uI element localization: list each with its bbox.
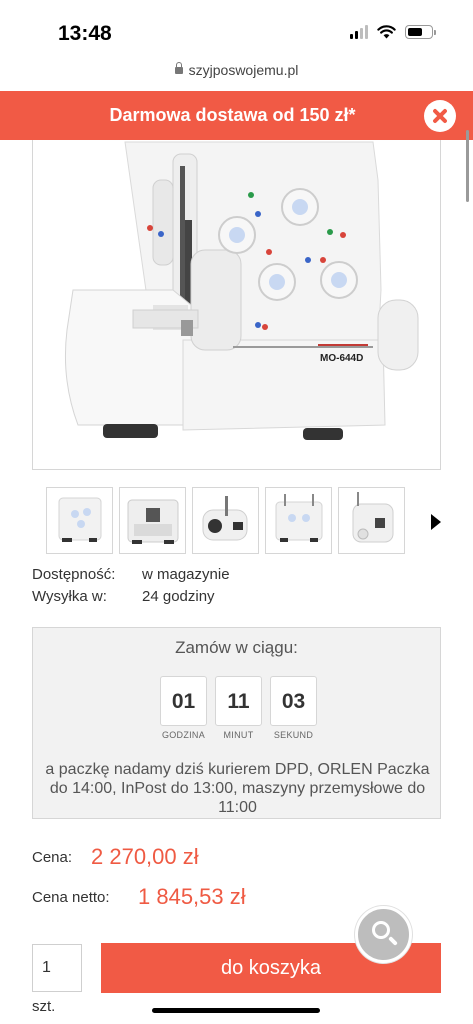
status-bar: 13:48 xyxy=(0,0,473,60)
countdown-seconds-caption: SEKUND xyxy=(273,730,314,740)
countdown-title: Zamów w ciągu: xyxy=(175,638,298,657)
product-thumbnail[interactable] xyxy=(265,487,332,554)
product-thumbnail[interactable] xyxy=(338,487,405,554)
countdown-minutes: 11 MINUT xyxy=(215,676,262,740)
address-bar[interactable]: szyjposwojemu.pl xyxy=(0,61,473,78)
next-arrow-icon[interactable] xyxy=(431,514,441,530)
thumbnail-strip xyxy=(46,487,405,554)
search-button[interactable] xyxy=(355,906,412,963)
search-icon xyxy=(372,921,390,939)
product-thumbnail[interactable] xyxy=(46,487,113,554)
countdown-hours-value: 01 xyxy=(160,676,207,726)
lock-icon xyxy=(174,61,183,74)
countdown-units: 01 GODZINA 11 MINUT 03 SEKUND xyxy=(160,676,317,740)
availability-row: Dostępność: w magazynie xyxy=(32,566,230,583)
close-icon[interactable] xyxy=(424,100,456,132)
promo-banner: Darmowa dostawa od 150 zł* xyxy=(0,91,473,140)
availability-label: Dostępność: xyxy=(32,566,116,583)
battery-icon xyxy=(405,25,436,39)
shipping-value: 24 godziny xyxy=(142,588,215,605)
shipping-note: a paczkę nadamy dziś kurierem DPD, ORLEN… xyxy=(45,761,430,816)
status-icons xyxy=(350,25,436,39)
serger-illustration: MO-644D xyxy=(64,141,419,440)
status-time: 13:48 xyxy=(58,22,112,45)
url-text: szyjposwojemu.pl xyxy=(188,62,299,78)
countdown-hours: 01 GODZINA xyxy=(160,676,207,740)
shipping-label: Wysyłka w: xyxy=(32,588,107,605)
quantity-unit: szt. xyxy=(32,998,56,1015)
order-countdown: Zamów w ciągu: 01 GODZINA 11 MINUT 03 SE… xyxy=(32,627,441,819)
net-price-label: Cena netto: xyxy=(32,889,110,906)
net-price-value: 1 845,53 zł xyxy=(138,884,246,909)
home-indicator[interactable] xyxy=(152,1008,320,1013)
promo-text: Darmowa dostawa od 150 zł* xyxy=(109,105,356,125)
wifi-icon xyxy=(377,25,396,39)
countdown-minutes-caption: MINUT xyxy=(223,730,254,740)
shipping-row: Wysyłka w: 24 godziny xyxy=(32,588,215,605)
model-label: MO-644D xyxy=(320,353,363,364)
cellular-signal-icon xyxy=(350,25,368,39)
scrollbar[interactable] xyxy=(466,130,469,202)
countdown-hours-caption: GODZINA xyxy=(161,730,206,740)
product-main-image[interactable]: MO-644D xyxy=(32,140,441,470)
countdown-seconds: 03 SEKUND xyxy=(270,676,317,740)
countdown-seconds-value: 03 xyxy=(270,676,317,726)
countdown-minutes-value: 11 xyxy=(215,676,262,726)
quantity-input[interactable] xyxy=(32,944,82,992)
price-label: Cena: xyxy=(32,849,73,866)
product-thumbnail[interactable] xyxy=(119,487,186,554)
price-value: 2 270,00 zł xyxy=(91,844,199,869)
availability-value: w magazynie xyxy=(142,566,230,583)
product-thumbnail[interactable] xyxy=(192,487,259,554)
